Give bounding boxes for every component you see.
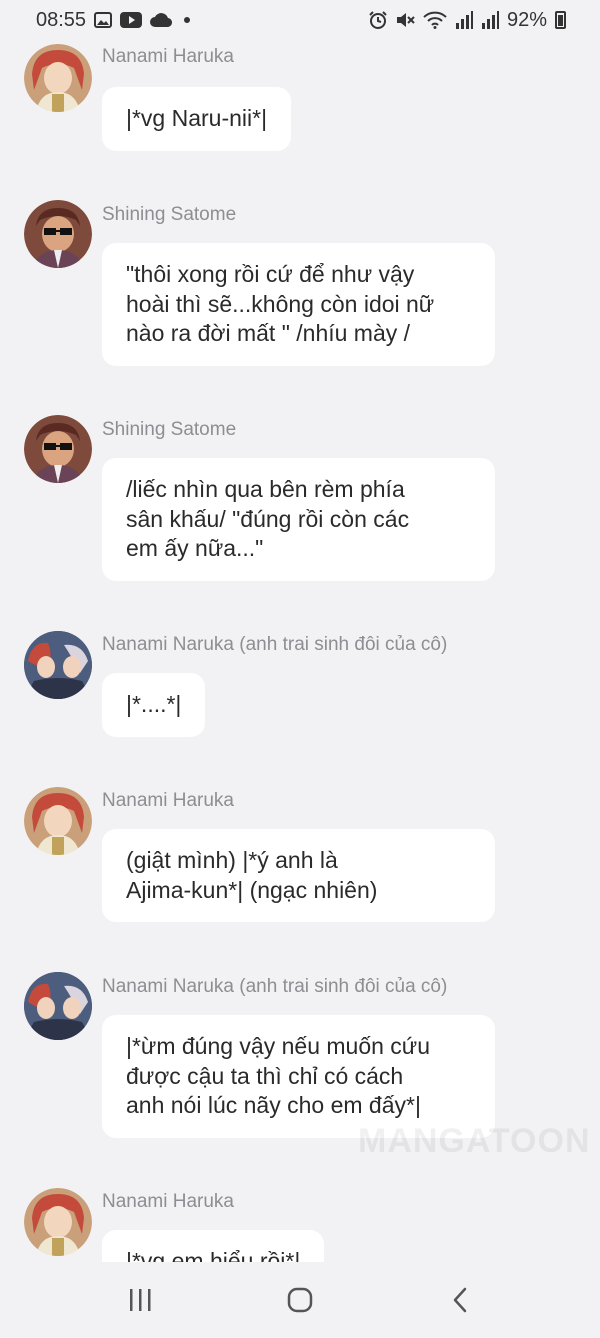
message-bubble[interactable]: /liếc nhìn qua bên rèm phía sân khấu/ "đ… [102,458,495,581]
avatar[interactable] [24,200,92,268]
sender-name: Shining Satome [102,204,237,225]
sender-name: Nanami Naruka (anh trai sinh đôi của cô) [102,634,448,655]
status-bar: 08:55 92% [0,0,600,40]
sender-name: Shining Satome [102,419,237,440]
avatar[interactable] [24,787,92,855]
battery-icon [555,11,566,29]
recent-apps-icon[interactable] [110,1270,170,1330]
watermark: MANGATOON [358,1122,591,1160]
mute-icon [395,11,415,29]
message-bubble[interactable]: |*vg Naru-nii*| [102,87,292,151]
sender-name: Nanami Haruka [102,46,234,67]
sender-name: Nanami Haruka [102,1191,234,1212]
home-icon[interactable] [270,1270,330,1330]
avatar[interactable] [24,1188,92,1256]
youtube-icon [120,12,143,28]
alarm-icon [369,11,387,29]
avatar[interactable] [24,631,92,699]
wifi-icon [423,11,447,29]
navigation-bar [0,1262,600,1338]
back-icon[interactable] [430,1270,490,1330]
gallery-icon [94,12,113,28]
status-left: 08:55 [36,8,191,32]
message-bubble[interactable]: |*....*| [102,673,206,737]
avatar[interactable] [24,972,92,1040]
battery-percentage: 92% [506,8,547,31]
avatar[interactable] [24,44,92,112]
clock: 08:55 [36,8,87,31]
signal-icon [481,11,499,29]
status-right: 92% [369,9,566,32]
message-bubble[interactable]: (giật mình) |*ý anh là Ajima-kun*| (ngạc… [102,829,495,922]
sender-name: Nanami Naruka (anh trai sinh đôi của cô) [102,976,448,997]
message-bubble[interactable]: |*ừm đúng vậy nếu muốn cứu được cậu ta t… [102,1015,495,1138]
cloud-icon [150,13,173,27]
sender-name: Nanami Haruka [102,790,234,811]
message-bubble[interactable]: "thôi xong rồi cứ để như vậy hoài thì sẽ… [102,243,495,366]
notification-dot-icon [184,17,191,23]
avatar[interactable] [24,415,92,483]
signal-icon [455,11,473,29]
